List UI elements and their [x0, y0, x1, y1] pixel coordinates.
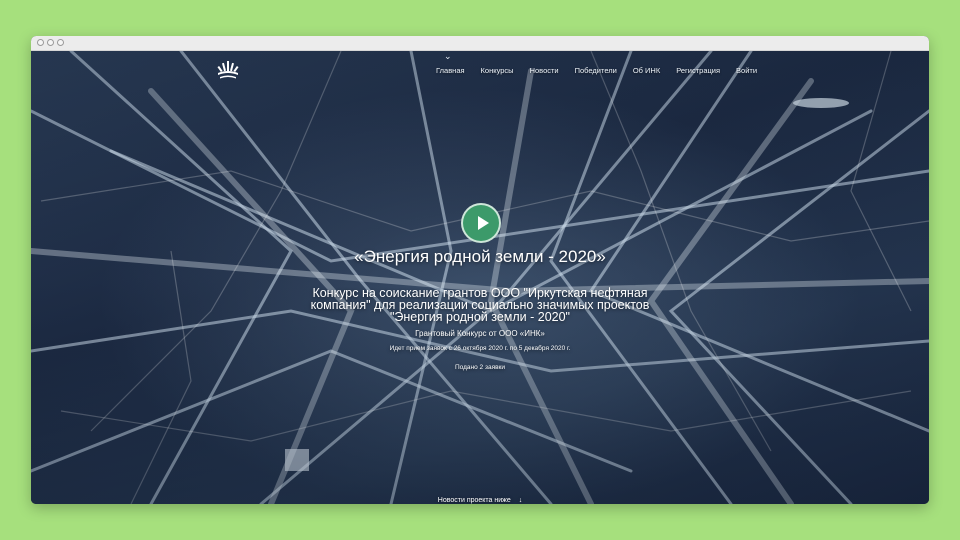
window-minimize-button[interactable] — [47, 39, 54, 46]
nav-item-news[interactable]: Новости — [530, 66, 559, 75]
news-link-label: Новости проекта ниже — [437, 497, 511, 504]
nav-item-login[interactable]: Войти — [736, 66, 757, 75]
application-dates: Идет прием заявок с 26 октября 2020 г. п… — [389, 345, 571, 352]
main-nav: Главная Конкурсы Новости Победители Об И… — [436, 66, 773, 75]
news-link[interactable]: Новости проекта ниже ↓ — [31, 497, 929, 504]
hero-subtitle-line: "Энергия родной земли - 2020" — [389, 310, 570, 324]
play-video-button[interactable] — [461, 203, 501, 243]
nav-item-register[interactable]: Регистрация — [676, 66, 720, 75]
hero-title: «Энергия родной земли - 2020» — [354, 247, 606, 266]
nav-item-about[interactable]: Об ИНК — [633, 66, 660, 75]
arrow-down-icon: ↓ — [518, 497, 523, 504]
window-maximize-button[interactable] — [57, 39, 64, 46]
window-titlebar — [31, 36, 929, 51]
grant-text: Грантовый Конкурс от ООО «ИНК» — [415, 329, 545, 338]
nav-item-home[interactable]: Главная — [436, 66, 465, 75]
page-viewport: ⌄ Главная Конкурсы Новости Победители Об… — [31, 51, 929, 504]
window-close-button[interactable] — [37, 39, 44, 46]
nav-item-contests[interactable]: Конкурсы — [481, 66, 514, 75]
hero-overlay — [31, 51, 929, 504]
nav-item-winners[interactable]: Победители — [575, 66, 617, 75]
submitted-count: Подано 2 заявки — [454, 364, 506, 371]
browser-window: ⌄ Главная Конкурсы Новости Победители Об… — [31, 36, 929, 504]
ink-logo-icon[interactable] — [216, 59, 240, 81]
hero-subtitle: Конкурс на соискание грантов ООО "Иркутс… — [31, 287, 929, 324]
chevron-down-icon: ⌄ — [444, 51, 452, 61]
